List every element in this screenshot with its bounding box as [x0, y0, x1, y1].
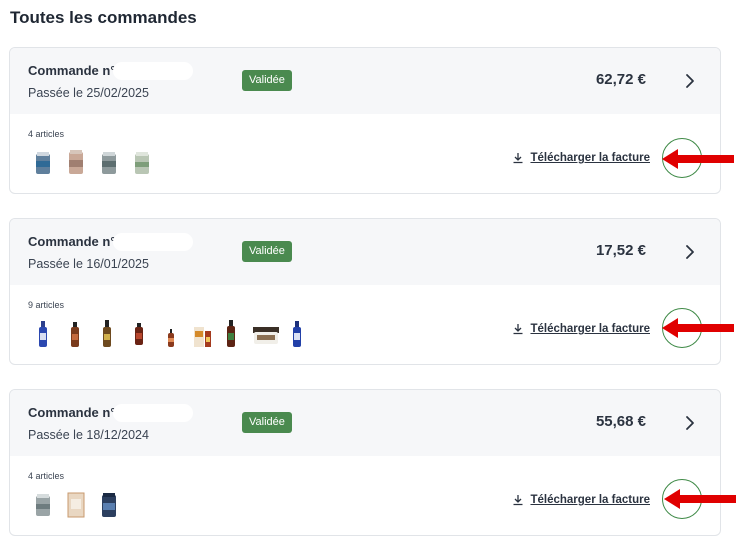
redacted-order-id	[113, 62, 193, 80]
download-invoice-label: Télécharger la facture	[530, 494, 650, 506]
blue-supplement-jar-icon[interactable]	[32, 148, 54, 178]
navy-supplement-jar-icon[interactable]	[98, 490, 120, 520]
status-badge: Validée	[242, 70, 292, 91]
order-header[interactable]: Commande n° Passée le 25/02/2025 Validée…	[10, 48, 720, 114]
order-number: Commande n°	[28, 234, 116, 249]
redacted-order-id	[113, 233, 193, 251]
download-invoice-label: Télécharger la facture	[530, 152, 650, 164]
blue-spray-bottle-icon[interactable]	[36, 319, 50, 349]
chevron-right-icon[interactable]	[682, 72, 698, 90]
status-badge: Validée	[242, 241, 292, 262]
order-number: Commande n°	[28, 405, 116, 420]
order-total: 17,52 €	[595, 242, 646, 259]
order-date: Passée le 25/02/2025	[28, 86, 149, 100]
product-thumbnails	[32, 146, 164, 178]
small-dropper-bottle-icon[interactable]	[164, 319, 178, 349]
download-invoice-link[interactable]: Télécharger la facture	[512, 494, 650, 506]
download-icon	[513, 153, 523, 164]
amber-spray-bottle-icon[interactable]	[100, 319, 114, 349]
blue-spray-bottle-icon[interactable]	[290, 319, 304, 349]
order-number: Commande n°	[28, 63, 116, 78]
red-arrow-icon	[662, 149, 734, 169]
order-card: Commande n° Passée le 16/01/2025 Validée…	[9, 218, 721, 365]
order-header[interactable]: Commande n° Passée le 18/12/2024 Validée…	[10, 390, 720, 456]
oil-box-set-icon[interactable]	[192, 319, 214, 349]
download-invoice-label: Télécharger la facture	[530, 323, 650, 335]
order-date: Passée le 18/12/2024	[28, 428, 149, 442]
grey-supplement-jar-icon[interactable]	[32, 490, 54, 520]
amber-dropper-bottle-icon[interactable]	[132, 319, 146, 349]
article-count: 9 articles	[28, 300, 65, 310]
amber-dropper-bottle-icon[interactable]	[68, 319, 82, 349]
chevron-right-icon[interactable]	[682, 414, 698, 432]
red-arrow-icon	[662, 318, 734, 338]
status-badge: Validée	[242, 412, 292, 433]
green-supplement-jar-icon[interactable]	[131, 148, 153, 178]
download-invoice-link[interactable]: Télécharger la facture	[512, 323, 650, 335]
green-label-bottle-icon[interactable]	[224, 319, 238, 349]
order-card: Commande n° Passée le 25/02/2025 Validée…	[9, 47, 721, 194]
page-title: Toutes les commandes	[10, 8, 197, 27]
download-icon	[513, 324, 523, 335]
article-count: 4 articles	[28, 129, 65, 139]
redacted-order-id	[113, 404, 193, 422]
order-total: 55,68 €	[595, 413, 646, 430]
cream-jar-icon[interactable]	[252, 319, 280, 349]
download-icon	[513, 495, 523, 506]
grey-supplement-jar-icon[interactable]	[98, 148, 120, 178]
chevron-right-icon[interactable]	[682, 243, 698, 261]
download-invoice-link[interactable]: Télécharger la facture	[512, 152, 650, 164]
article-count: 4 articles	[28, 471, 65, 481]
beige-tea-box-icon[interactable]	[65, 490, 87, 520]
order-total: 62,72 €	[595, 71, 646, 88]
order-header[interactable]: Commande n° Passée le 16/01/2025 Validée…	[10, 219, 720, 285]
product-thumbnails	[36, 317, 304, 349]
order-card: Commande n° Passée le 18/12/2024 Validée…	[9, 389, 721, 536]
order-date: Passée le 16/01/2025	[28, 257, 149, 271]
product-thumbnails	[32, 488, 131, 520]
red-arrow-icon	[664, 489, 736, 509]
amber-supplement-jar-icon[interactable]	[65, 148, 87, 178]
